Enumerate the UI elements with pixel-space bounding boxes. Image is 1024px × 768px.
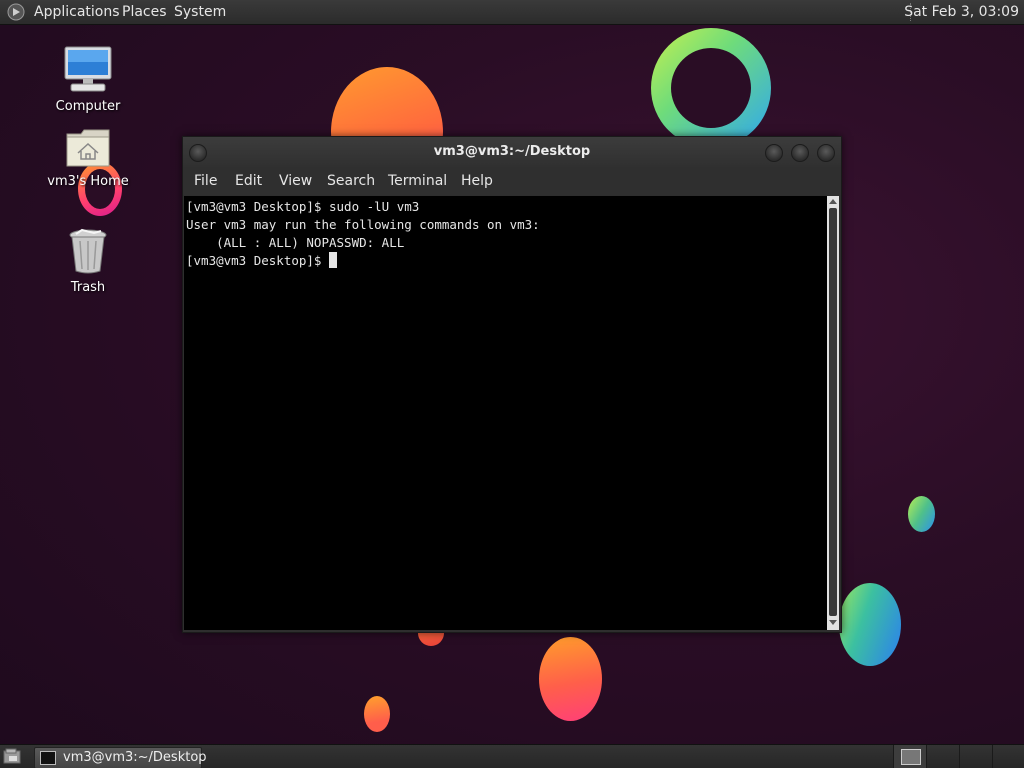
window-title: vm3@vm3:~/Desktop	[433, 144, 591, 159]
menu-help[interactable]: Help	[461, 167, 493, 195]
workspace-1[interactable]	[893, 745, 926, 768]
terminal-scrollbar[interactable]	[827, 196, 839, 630]
computer-icon	[64, 46, 112, 92]
desktop-icon-home[interactable]: vm3's Home	[38, 128, 138, 189]
workspace-4[interactable]	[992, 745, 1024, 768]
show-desktop-icon[interactable]	[3, 748, 21, 764]
menu-file[interactable]: File	[194, 167, 217, 195]
desktop-icon-label: Trash	[70, 280, 106, 295]
window-titlebar[interactable]: vm3@vm3:~/Desktop	[183, 137, 841, 167]
menu-edit[interactable]: Edit	[235, 167, 262, 195]
home-folder-icon	[66, 129, 110, 167]
minimize-button[interactable]	[765, 144, 783, 162]
wallpaper-ring	[651, 28, 771, 148]
scroll-up-arrow-icon[interactable]	[829, 199, 837, 204]
maximize-button[interactable]	[791, 144, 809, 162]
wallpaper-blob	[364, 696, 390, 732]
menu-view[interactable]: View	[279, 167, 312, 195]
desktop-icon-label: Computer	[55, 99, 121, 114]
terminal-prompt: [vm3@vm3 Desktop]$	[186, 253, 329, 268]
desktop-icon-trash[interactable]: Trash	[38, 228, 138, 295]
close-button[interactable]	[817, 144, 835, 162]
trash-icon	[69, 228, 107, 274]
terminal-line: User vm3 may run the following commands …	[186, 217, 540, 232]
clock[interactable]: Sat Feb 3, 03:09	[904, 0, 1019, 24]
terminal-output[interactable]: [vm3@vm3 Desktop]$ sudo -lU vm3 User vm3…	[184, 196, 827, 630]
desktop-icon-computer[interactable]: Computer	[38, 45, 138, 114]
text-cursor	[329, 252, 337, 268]
bottom-panel: vm3@vm3:~/Desktop	[0, 744, 1024, 768]
wallpaper-blob	[908, 496, 935, 532]
workspace-3[interactable]	[959, 745, 992, 768]
wallpaper-blob	[839, 583, 901, 666]
terminal-window: vm3@vm3:~/Desktop File Edit View Search …	[182, 136, 842, 633]
menu-search[interactable]: Search	[327, 167, 375, 195]
workspace-window-thumbnail	[901, 749, 921, 765]
terminal-line: (ALL : ALL) NOPASSWD: ALL	[186, 235, 405, 250]
menu-system[interactable]: System	[174, 0, 226, 24]
menu-places[interactable]: Places	[122, 0, 167, 24]
terminal-icon	[40, 751, 56, 765]
desktop-icon-label: vm3's Home	[47, 174, 129, 189]
scroll-down-arrow-icon[interactable]	[829, 620, 837, 625]
taskbar-window-label: vm3@vm3:~/Desktop	[63, 750, 207, 765]
scrollbar-thumb[interactable]	[829, 208, 837, 616]
menu-terminal[interactable]: Terminal	[388, 167, 447, 195]
terminal-menubar: File Edit View Search Terminal Help	[183, 167, 841, 195]
wallpaper-blob	[539, 637, 602, 721]
distro-logo-icon[interactable]	[7, 3, 25, 21]
terminal-line: [vm3@vm3 Desktop]$ sudo -lU vm3	[186, 199, 420, 214]
top-panel: Applications Places System Sat Feb 3, 03…	[0, 0, 1024, 25]
desktop: Applications Places System Sat Feb 3, 03…	[0, 0, 1024, 768]
menu-applications[interactable]: Applications	[34, 0, 120, 24]
taskbar-window-button[interactable]: vm3@vm3:~/Desktop	[34, 747, 207, 768]
workspace-2[interactable]	[926, 745, 959, 768]
